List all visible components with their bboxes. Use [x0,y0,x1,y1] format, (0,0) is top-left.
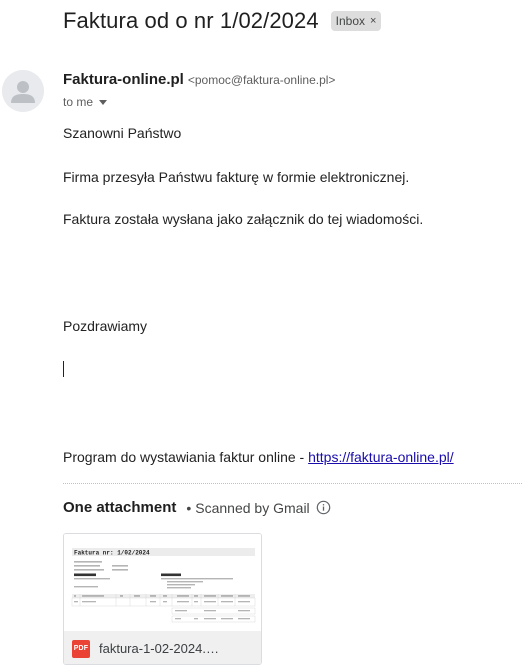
show-details-chevron-down-icon[interactable] [99,99,108,105]
body-greeting: Szanowni Państwo [63,125,182,141]
attachments-header: One attachment • Scanned by Gmail [63,499,331,516]
email-subject: Faktura od o nr 1/02/2024 [63,8,319,33]
sender-email: <pomoc@faktura-online.pl> [187,73,336,87]
inbox-label-text: Inbox [335,14,366,28]
text-cursor [63,361,64,377]
attachment-file-name[interactable]: faktura-1-02-2024.pdf [99,641,224,656]
default-avatar-icon [2,70,44,112]
inbox-label-chip[interactable]: Inbox × [330,11,382,31]
body-line-2: Faktura została wysłana jako załącznik d… [63,211,424,227]
email-subject-row: Faktura od o nr 1/02/2024 Inbox × [63,8,382,34]
attachments-title: One attachment [63,499,177,516]
info-icon[interactable] [316,500,331,515]
preview-heading: Faktura nr: 1/02/2024 [74,550,150,557]
recipient-row[interactable]: to me [63,95,108,109]
attachments-separator: • [186,499,192,516]
invoice-preview-image: Faktura nr: 1/02/2024 [64,534,261,631]
sender-row: Faktura-online.pl <pomoc@faktura-online.… [63,71,335,88]
remove-label-icon[interactable]: × [370,15,376,27]
attachment-footer: PDF faktura-1-02-2024.pdf [64,631,261,664]
footer-link[interactable]: https://faktura-online.pl/ [308,449,454,465]
body-footer: Program do wystawiania faktur online - h… [63,449,454,465]
sender-avatar[interactable] [2,70,44,112]
attachments-divider [63,483,522,484]
pdf-file-icon: PDF [72,639,90,658]
scan-status: Scanned by Gmail [195,499,310,516]
attachment-card[interactable]: Faktura nr: 1/02/2024 PDF faktura-1-02-2… [63,533,262,665]
body-closing: Pozdrawiamy [63,318,148,334]
recipient-label: to me [63,95,94,109]
body-line-1: Firma przesyła Państwu fakturę w formie … [63,169,410,185]
sender-name[interactable]: Faktura-online.pl [63,71,184,88]
footer-text: Program do wystawiania faktur online - [63,449,309,465]
